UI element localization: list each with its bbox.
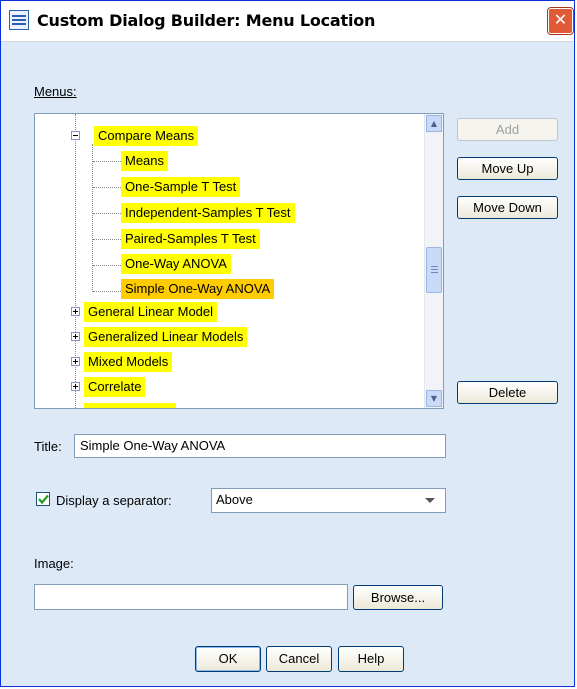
- collapse-icon[interactable]: [71, 131, 80, 140]
- title-bar: Custom Dialog Builder: Menu Location ✕: [1, 1, 574, 42]
- menus-label: Menus:: [34, 84, 77, 99]
- scroll-up-arrow-icon[interactable]: ▲: [426, 115, 442, 132]
- window-title: Custom Dialog Builder: Menu Location: [37, 11, 376, 30]
- move-up-button[interactable]: Move Up: [457, 157, 558, 180]
- scroll-thumb[interactable]: [426, 247, 442, 293]
- separator-select[interactable]: Above: [211, 488, 446, 513]
- tree-item-compare-means[interactable]: Compare Means: [94, 126, 199, 146]
- tree-item-mixed-models[interactable]: Mixed Models: [84, 352, 173, 372]
- tree-item-simple-one-way-anova[interactable]: Simple One-Way ANOVA: [121, 279, 275, 299]
- ok-button[interactable]: OK: [195, 646, 261, 672]
- close-icon[interactable]: ✕: [548, 8, 573, 34]
- help-button[interactable]: Help: [338, 646, 404, 672]
- tree-item-one-way-anova[interactable]: One-Way ANOVA: [121, 254, 231, 274]
- dialog-app-icon: [9, 10, 29, 30]
- tree-item-partial[interactable]: [84, 403, 176, 408]
- title-input[interactable]: Simple One-Way ANOVA: [74, 434, 446, 458]
- move-down-button[interactable]: Move Down: [457, 196, 558, 219]
- tree-item-one-sample-t-test[interactable]: One-Sample T Test: [121, 177, 241, 197]
- tree-item-generalized-linear-models[interactable]: Generalized Linear Models: [84, 327, 248, 347]
- dialog-window: Custom Dialog Builder: Menu Location ✕ M…: [0, 0, 575, 687]
- delete-button[interactable]: Delete: [457, 381, 558, 404]
- tree-item-independent-samples-t-test[interactable]: Independent-Samples T Test: [121, 203, 295, 223]
- expand-icon[interactable]: [71, 307, 80, 316]
- separator-select-value: Above: [216, 492, 253, 507]
- separator-label: Display a separator:: [56, 493, 172, 508]
- add-button[interactable]: Add: [457, 118, 558, 141]
- image-input[interactable]: [34, 584, 348, 610]
- menus-label-text: Menus:: [34, 84, 77, 99]
- tree-scrollbar[interactable]: ▲ ▼: [424, 114, 443, 408]
- expand-icon[interactable]: [71, 357, 80, 366]
- image-field-label: Image:: [34, 556, 74, 571]
- tree-item-correlate[interactable]: Correlate: [84, 377, 146, 397]
- cancel-button[interactable]: Cancel: [266, 646, 332, 672]
- browse-button[interactable]: Browse...: [353, 585, 443, 610]
- expand-icon[interactable]: [71, 382, 80, 391]
- dropdown-arrow-icon[interactable]: [425, 498, 435, 503]
- title-field-label: Title:: [34, 439, 62, 454]
- menus-tree[interactable]: Compare Means Means One-Sample T Test In…: [34, 113, 444, 409]
- tree-item-means[interactable]: Means: [121, 151, 169, 171]
- scroll-down-arrow-icon[interactable]: ▼: [426, 390, 442, 407]
- tree-item-paired-samples-t-test[interactable]: Paired-Samples T Test: [121, 229, 260, 249]
- expand-icon[interactable]: [71, 332, 80, 341]
- checkmark-icon: [38, 494, 49, 505]
- tree-item-general-linear-model[interactable]: General Linear Model: [84, 302, 218, 322]
- separator-checkbox[interactable]: [36, 492, 50, 506]
